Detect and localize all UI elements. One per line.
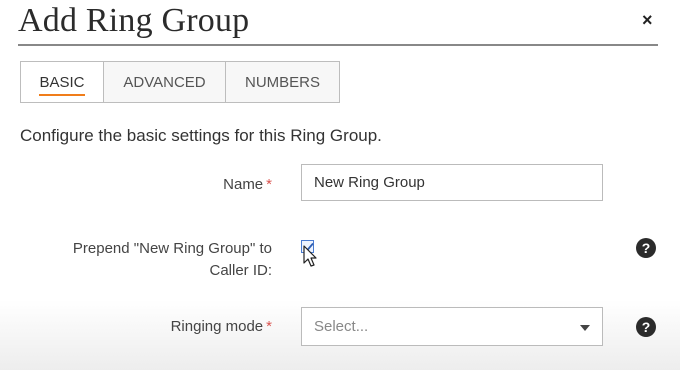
tab-basic[interactable]: BASIC bbox=[21, 62, 104, 102]
required-mark: * bbox=[266, 318, 272, 335]
ringing-mode-help-icon[interactable]: ? bbox=[636, 317, 656, 337]
ringing-mode-select[interactable]: Select... bbox=[301, 307, 603, 346]
intro-text: Configure the basic settings for this Ri… bbox=[20, 126, 382, 145]
chevron-down-icon bbox=[580, 325, 590, 331]
mouse-pointer-icon bbox=[303, 245, 317, 267]
prepend-help-icon[interactable]: ? bbox=[636, 238, 656, 258]
name-input[interactable] bbox=[301, 164, 603, 201]
dialog-title: Add Ring Group bbox=[18, 2, 250, 39]
ringing-mode-placeholder: Select... bbox=[314, 318, 369, 335]
close-icon[interactable]: × bbox=[642, 10, 653, 30]
required-mark: * bbox=[266, 176, 272, 193]
add-ring-group-dialog: Add Ring Group × BASIC ADVANCED NUMBERS … bbox=[0, 0, 680, 370]
tab-advanced[interactable]: ADVANCED bbox=[104, 62, 226, 102]
name-label: Name * bbox=[223, 174, 272, 196]
ringing-mode-label-text: Ringing mode bbox=[170, 318, 264, 335]
tab-basic-label: BASIC bbox=[39, 69, 85, 96]
title-divider bbox=[18, 44, 658, 46]
tab-numbers[interactable]: NUMBERS bbox=[226, 62, 339, 102]
tab-advanced-label: ADVANCED bbox=[123, 73, 206, 91]
prepend-label: Prepend "New Ring Group" to Caller ID: bbox=[72, 240, 272, 279]
tab-bar: BASIC ADVANCED NUMBERS bbox=[20, 61, 340, 103]
name-label-text: Name bbox=[223, 176, 264, 193]
tab-numbers-label: NUMBERS bbox=[244, 73, 320, 91]
ringing-mode-label: Ringing mode * bbox=[171, 316, 272, 338]
